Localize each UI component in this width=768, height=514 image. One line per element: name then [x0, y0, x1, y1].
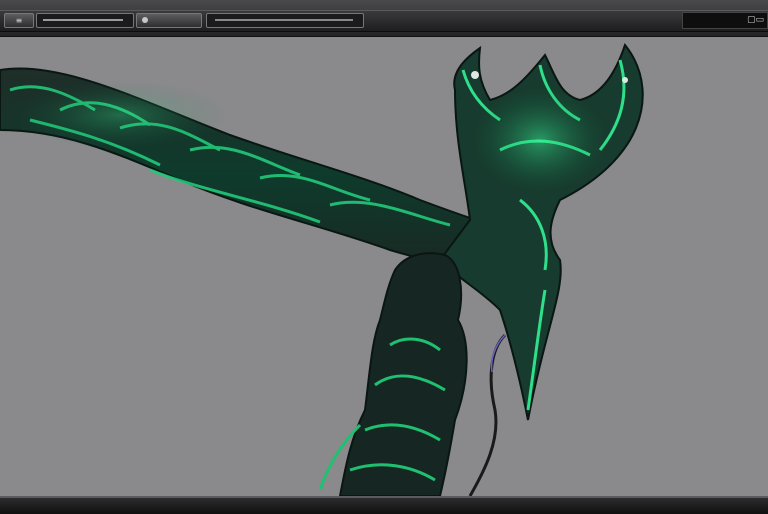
cable: [468, 333, 507, 496]
toolbar-field[interactable]: [36, 13, 134, 28]
window-icon[interactable]: ▢▭: [747, 14, 764, 27]
menu-button[interactable]: ≡: [4, 13, 34, 28]
3d-viewport[interactable]: [0, 37, 768, 496]
menu-icon: ≡: [15, 16, 23, 25]
app-window: ≡ ▢▭: [0, 0, 768, 514]
top-toolbar: ≡ ▢▭: [0, 0, 768, 37]
bead: [471, 71, 479, 79]
toolbar-right-panel[interactable]: ▢▭: [682, 12, 768, 29]
bottom-status-bar: [0, 496, 768, 514]
dot-icon: [142, 17, 148, 23]
staff-model: [0, 42, 644, 496]
bead: [622, 77, 628, 83]
toolbar-path-field[interactable]: [206, 13, 364, 28]
toolbar-dropdown[interactable]: [136, 13, 202, 28]
